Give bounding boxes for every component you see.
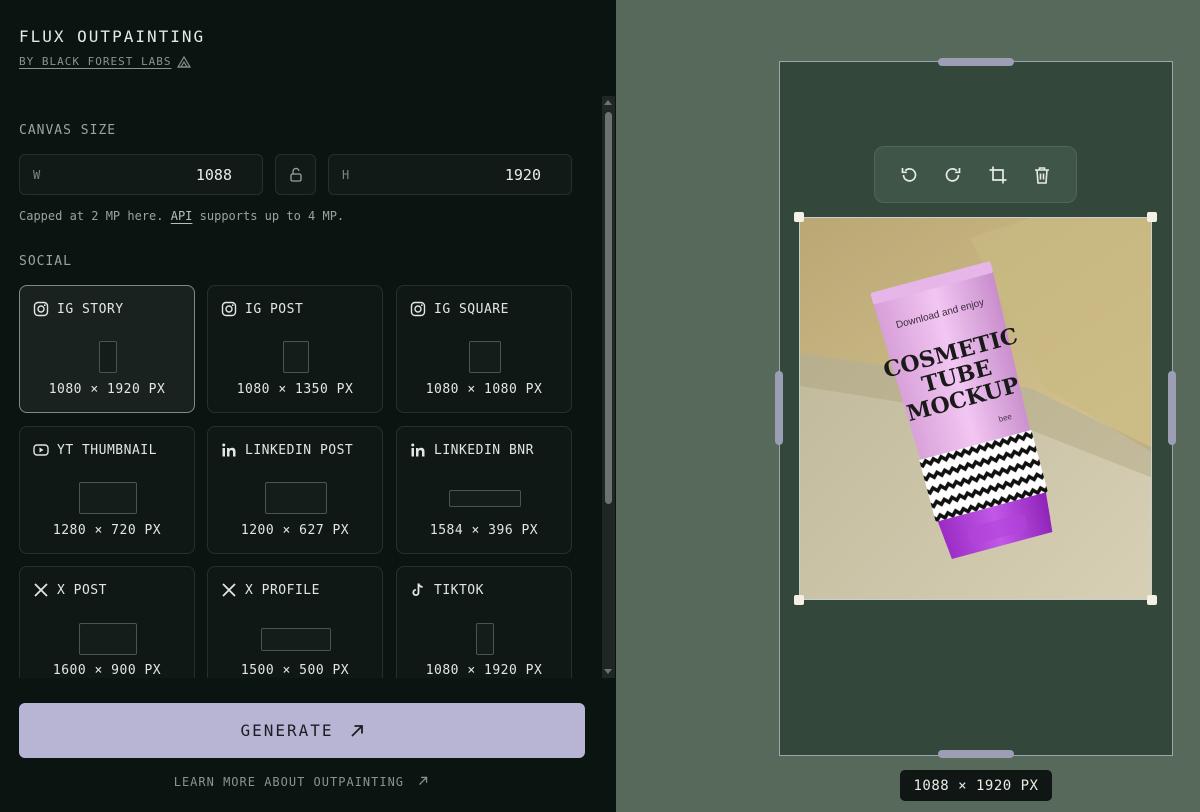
source-image[interactable]: Download and enjoy COSMETIC TUBE MOCKUP …	[799, 217, 1152, 600]
x-icon	[222, 583, 236, 597]
crop-corner-top-left[interactable]	[794, 212, 804, 222]
redo-button[interactable]	[937, 159, 969, 191]
scroll-down-arrow[interactable]	[604, 669, 612, 674]
undo-button[interactable]	[893, 159, 925, 191]
canvas-size-badge: 1088 × 1920 PX	[900, 770, 1052, 801]
preset-label: X POST	[57, 582, 107, 598]
preset-dims: 1584 × 396 PX	[429, 523, 539, 538]
preset-ig-post[interactable]: IG POST 1080 × 1350 PX	[207, 285, 383, 413]
preset-yt-thumbnail[interactable]: YT THUMBNAIL 1280 × 720 PX	[19, 426, 195, 554]
brand-subtitle: BY BLACK FOREST LABS	[19, 55, 172, 68]
linkedin-icon	[411, 443, 425, 457]
height-label: H	[342, 168, 350, 182]
linkedin-icon	[222, 443, 236, 457]
preset-tiktok[interactable]: TIKTOK 1080 × 1920 PX	[396, 566, 572, 678]
aspect-lock-button[interactable]	[275, 154, 316, 195]
unlock-icon	[289, 167, 302, 182]
youtube-icon	[33, 444, 49, 456]
canvas-size-label: CANVAS SIZE	[19, 123, 117, 138]
preset-dims: 1080 × 1080 PX	[425, 382, 543, 397]
preset-x-post[interactable]: X POST 1600 × 900 PX	[19, 566, 195, 678]
preset-linkedin-banner[interactable]: LINKEDIN BNR 1584 × 396 PX	[396, 426, 572, 554]
sidebar-scrollbar[interactable]	[602, 96, 615, 678]
aspect-preview	[79, 482, 137, 514]
preset-label: YT THUMBNAIL	[57, 442, 157, 458]
bfl-logo-icon	[177, 55, 192, 68]
preset-ig-story[interactable]: IG STORY 1080 × 1920 PX	[19, 285, 195, 413]
preview-workspace: Download and enjoy COSMETIC TUBE MOCKUP …	[616, 0, 1200, 812]
size-hint: Capped at 2 MP here. API supports up to …	[19, 209, 344, 223]
brand-link[interactable]: BY BLACK FOREST LABS	[19, 55, 192, 68]
aspect-preview	[261, 628, 331, 651]
preset-label: LINKEDIN BNR	[434, 442, 534, 458]
crop-corner-bottom-left[interactable]	[794, 595, 804, 605]
tiktok-icon	[412, 583, 423, 596]
resize-handle-top[interactable]	[938, 58, 1014, 66]
crop-corner-bottom-right[interactable]	[1147, 595, 1157, 605]
options-scroll-area: CANVAS SIZE W 1088 H 1920 Capped at 2 MP…	[0, 96, 602, 678]
resize-handle-right[interactable]	[1168, 371, 1176, 445]
scroll-up-arrow[interactable]	[604, 100, 612, 105]
aspect-preview	[469, 341, 501, 373]
preset-ig-square[interactable]: IG SQUARE 1080 × 1080 PX	[396, 285, 572, 413]
preset-dims: 1280 × 720 PX	[52, 523, 162, 538]
height-field[interactable]: H 1920	[328, 154, 572, 195]
resize-handle-bottom[interactable]	[938, 750, 1014, 758]
preset-dims: 1200 × 627 PX	[240, 523, 350, 538]
redo-icon	[946, 167, 961, 182]
instagram-icon	[33, 301, 49, 317]
scrollbar-thumb[interactable]	[605, 112, 612, 504]
app-title: FLUX OUTPAINTING	[19, 27, 206, 46]
hint-prefix: Capped at 2 MP here.	[19, 209, 164, 223]
resize-handle-left[interactable]	[775, 371, 783, 445]
aspect-preview	[283, 341, 309, 373]
product-photo: Download and enjoy COSMETIC TUBE MOCKUP …	[800, 218, 1151, 599]
preset-label: IG SQUARE	[434, 301, 509, 317]
preset-label: TIKTOK	[434, 582, 484, 598]
aspect-preview	[79, 623, 137, 655]
height-value[interactable]: 1920	[505, 166, 541, 184]
preset-dims: 1500 × 500 PX	[240, 663, 350, 678]
crop-corner-top-right[interactable]	[1147, 212, 1157, 222]
crop-icon	[989, 166, 1007, 183]
social-label: SOCIAL	[19, 254, 72, 269]
width-label: W	[33, 168, 41, 182]
preset-linkedin-post[interactable]: LINKEDIN POST 1200 × 627 PX	[207, 426, 383, 554]
width-value[interactable]: 1088	[196, 166, 232, 184]
instagram-icon	[221, 301, 237, 317]
aspect-preview	[476, 623, 494, 655]
aspect-preview	[265, 482, 327, 514]
hint-suffix: supports up to 4 MP.	[199, 209, 345, 223]
preset-label: IG STORY	[57, 301, 124, 317]
instagram-icon	[410, 301, 426, 317]
preset-dims: 1080 × 1350 PX	[236, 382, 354, 397]
x-icon	[34, 583, 48, 597]
preset-label: IG POST	[245, 301, 304, 317]
crop-button[interactable]	[982, 159, 1014, 191]
preset-x-profile[interactable]: X PROFILE 1500 × 500 PX	[207, 566, 383, 678]
preset-dims: 1600 × 900 PX	[52, 663, 162, 678]
image-toolbar	[874, 146, 1077, 203]
undo-icon	[901, 167, 917, 182]
generate-label: GENERATE	[240, 721, 334, 740]
preset-label: X PROFILE	[245, 582, 320, 598]
aspect-preview	[449, 490, 521, 507]
api-link[interactable]: API	[171, 209, 193, 223]
arrow-up-right-icon	[419, 776, 428, 786]
sidebar: FLUX OUTPAINTING BY BLACK FOREST LABS CA…	[0, 0, 616, 812]
preset-dims: 1080 × 1920 PX	[425, 663, 543, 678]
arrow-up-right-icon	[350, 724, 363, 737]
delete-button[interactable]	[1026, 159, 1058, 191]
generate-button[interactable]: GENERATE	[19, 703, 585, 758]
aspect-preview	[99, 341, 117, 373]
preset-label: LINKEDIN POST	[245, 442, 354, 458]
learn-more-link[interactable]: LEARN MORE ABOUT OUTPAINTING	[0, 775, 602, 789]
learn-more-label: LEARN MORE ABOUT OUTPAINTING	[173, 775, 405, 789]
preset-dims: 1080 × 1920 PX	[48, 382, 166, 397]
trash-icon	[1034, 166, 1049, 184]
width-field[interactable]: W 1088	[19, 154, 263, 195]
